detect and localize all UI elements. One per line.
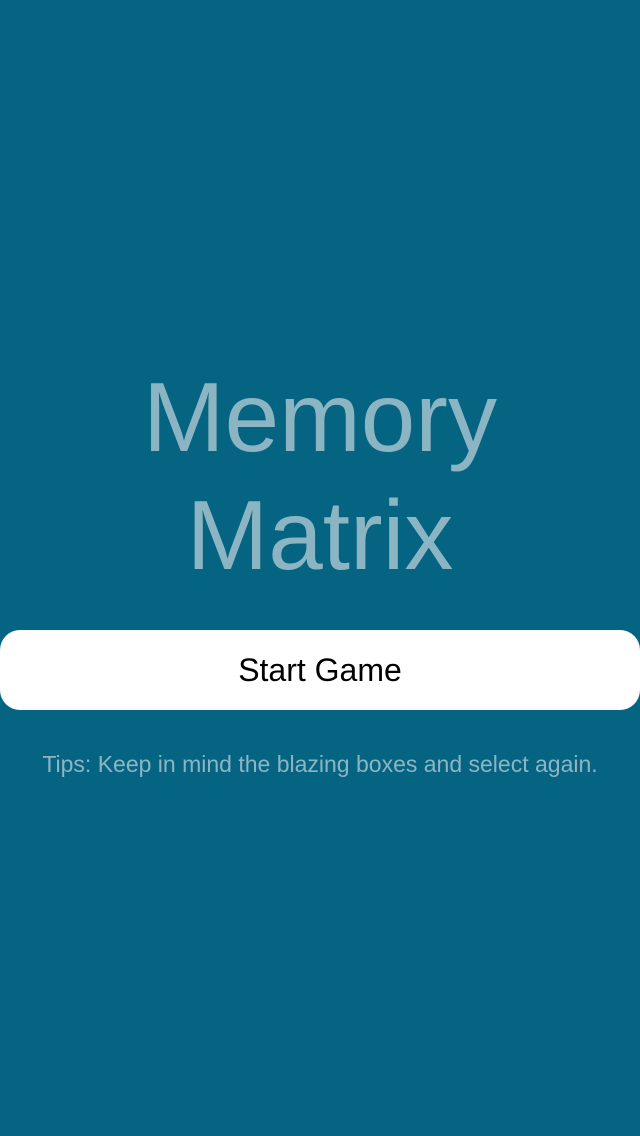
game-title: Memory Matrix: [0, 358, 640, 594]
tips-text: Tips: Keep in mind the blazing boxes and…: [42, 751, 598, 777]
game-title-line-1: Memory: [143, 362, 497, 472]
start-game-button[interactable]: Start Game: [0, 630, 640, 710]
home-screen: Memory Matrix Start Game Tips: Keep in m…: [0, 0, 640, 1136]
game-title-line-2: Matrix: [186, 480, 454, 590]
